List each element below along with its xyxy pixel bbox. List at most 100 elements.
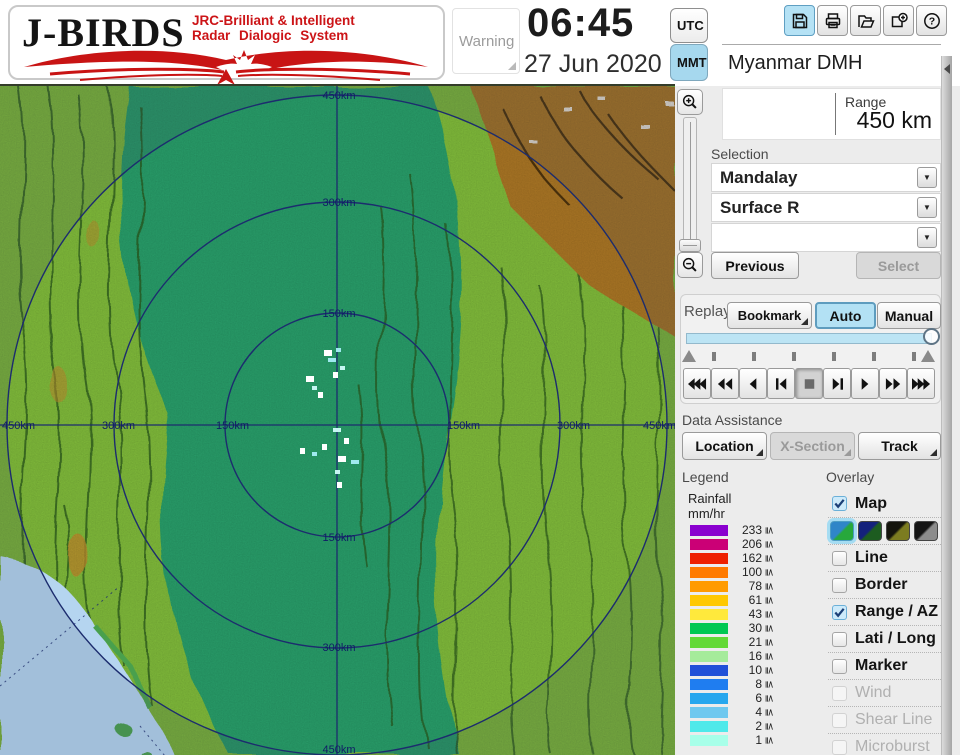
unchecked-checkbox[interactable]	[832, 577, 847, 593]
step-back-button[interactable]	[739, 368, 767, 399]
overlay-item-border[interactable]: Border	[828, 571, 941, 598]
svg-text:300km: 300km	[557, 420, 590, 432]
mmt-button[interactable]: MMT	[670, 44, 708, 81]
legend-threshold-symbol: ≦	[763, 721, 775, 731]
auto-mode-button[interactable]: Auto	[815, 302, 876, 329]
fast-forward-button[interactable]	[879, 368, 907, 399]
svg-text:450km: 450km	[322, 90, 355, 102]
legend-color-swatch	[690, 706, 728, 718]
bookmark-button[interactable]: Bookmark	[727, 302, 812, 329]
legend-color-swatch	[690, 734, 728, 746]
legend-value: 21	[748, 635, 762, 649]
fast-rewind-button[interactable]	[711, 368, 739, 399]
manual-mode-button[interactable]: Manual	[877, 302, 941, 329]
option-dropdown[interactable]: ▼	[711, 223, 941, 252]
map-style-dark-blue[interactable]	[858, 521, 882, 541]
map-zoom-out-button[interactable]	[677, 252, 703, 278]
overlay-item-label: Border	[855, 576, 908, 593]
fastest-rewind-button[interactable]	[683, 368, 711, 399]
previous-button[interactable]: Previous	[711, 252, 799, 279]
play-icon	[861, 377, 868, 390]
open-file-button[interactable]	[850, 5, 881, 36]
stop-button[interactable]	[795, 368, 823, 399]
legend-value: 206	[741, 537, 762, 551]
fastest-forward-icon	[911, 377, 930, 390]
collapse-arrow-icon	[944, 64, 950, 74]
unchecked-checkbox[interactable]	[832, 658, 847, 674]
checked-checkbox[interactable]	[832, 604, 847, 620]
logo: J-BIRDS JRC-Brilliant & Intelligent Rada…	[8, 5, 445, 85]
skip-start-button[interactable]	[767, 368, 795, 399]
map-style-terrain[interactable]	[830, 521, 854, 541]
overlay-item-wind: Wind	[828, 679, 941, 706]
map-style-swatches	[828, 517, 941, 544]
warning-button[interactable]: Warning	[452, 8, 520, 74]
legend-color-swatch	[690, 552, 728, 564]
svg-text:?: ?	[928, 15, 934, 27]
map-style-dark-gray[interactable]	[914, 521, 938, 541]
legend-value: 78	[748, 579, 762, 593]
track-button[interactable]: Track	[858, 432, 941, 460]
legend-row: 1 ≦	[690, 733, 775, 747]
overlay-item-range-az[interactable]: Range / AZ	[828, 598, 941, 625]
add-window-icon	[891, 12, 908, 27]
overlay-item-label: Line	[855, 549, 888, 566]
legend-value: 2	[755, 719, 762, 733]
timeline-tick	[832, 352, 836, 361]
print-button[interactable]	[817, 5, 848, 36]
legend-label: Legend	[682, 469, 729, 485]
panel-splitter[interactable]	[941, 56, 952, 755]
map-zoom-in-button[interactable]	[677, 89, 703, 115]
timeline-tick	[912, 352, 916, 361]
overlay-item-microburst: Microburst	[828, 733, 941, 755]
replay-timeline-handle[interactable]	[923, 328, 940, 345]
overlay-item-marker[interactable]: Marker	[828, 652, 941, 679]
timeline-tick	[752, 352, 756, 361]
legend-value: 61	[748, 593, 762, 607]
unchecked-checkbox[interactable]	[832, 631, 847, 647]
playback-controls	[683, 368, 935, 399]
site-dropdown-arrow-icon[interactable]: ▼	[917, 167, 937, 188]
xsection-button[interactable]: X-Section	[770, 432, 855, 460]
overlay-item-lati-long[interactable]: Lati / Long	[828, 625, 941, 652]
add-window-button[interactable]	[883, 5, 914, 36]
skip-end-icon	[832, 377, 843, 390]
product-dropdown-arrow-icon[interactable]: ▼	[917, 197, 937, 218]
unchecked-checkbox[interactable]	[832, 550, 847, 566]
legend-threshold-symbol: ≦	[763, 735, 775, 745]
legend-color-swatch	[690, 594, 728, 606]
map-zoom-slider-handle[interactable]	[679, 239, 701, 252]
map-zoom-slider-track[interactable]	[683, 117, 697, 249]
select-button[interactable]: Select	[856, 252, 941, 279]
legend-value: 4	[755, 705, 762, 719]
legend-color-swatch	[690, 580, 728, 592]
help-button[interactable]: ?	[916, 5, 947, 36]
legend-row: 78 ≦	[690, 579, 775, 593]
option-dropdown-arrow-icon[interactable]: ▼	[917, 227, 937, 248]
skip-end-button[interactable]	[823, 368, 851, 399]
legend-row: 6 ≦	[690, 691, 775, 705]
save-button[interactable]	[784, 5, 815, 36]
svg-text:150km: 150km	[216, 420, 249, 432]
svg-text:300km: 300km	[322, 642, 355, 654]
range-value: 450 km	[856, 107, 932, 133]
play-button[interactable]	[851, 368, 879, 399]
utc-button[interactable]: UTC	[670, 8, 708, 43]
overlay-item-line[interactable]: Line	[828, 544, 941, 571]
overlay-label: Overlay	[826, 469, 875, 485]
checked-checkbox[interactable]	[832, 496, 847, 511]
legend-threshold-symbol: ≦	[763, 679, 775, 689]
zoom-out-icon	[682, 257, 697, 272]
radar-map[interactable]: 450km 300km 150km 150km 300km 450km 450km 300km…	[0, 86, 675, 755]
svg-text:450km: 450km	[643, 420, 675, 432]
fastest-forward-button[interactable]	[907, 368, 935, 399]
overlay-item-map[interactable]: Map	[828, 490, 941, 517]
site-dropdown[interactable]: Mandalay ▼	[711, 163, 941, 192]
map-style-dark-olive[interactable]	[886, 521, 910, 541]
svg-text:150km: 150km	[447, 420, 480, 432]
replay-timeline-track[interactable]	[686, 333, 932, 344]
location-button[interactable]: Location	[682, 432, 767, 460]
legend-color-swatch	[690, 636, 728, 648]
product-dropdown[interactable]: Surface R ▼	[711, 193, 941, 222]
overlay-item-shear-line: Shear Line	[828, 706, 941, 733]
